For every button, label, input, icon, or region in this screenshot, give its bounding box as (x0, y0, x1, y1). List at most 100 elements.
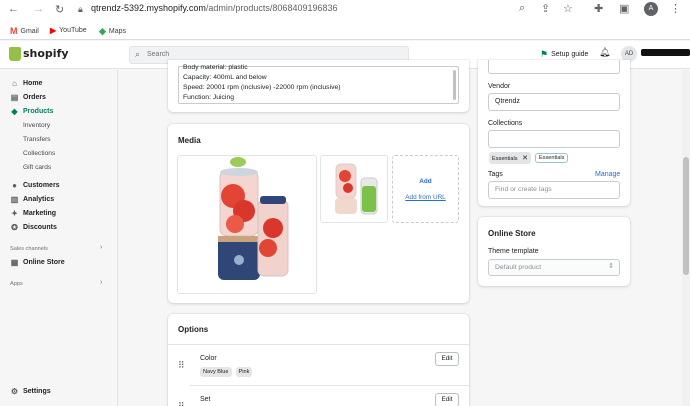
options-title: Options (178, 325, 209, 334)
online-store-title: Online Store (488, 229, 536, 238)
address-field[interactable]: qtrendz-5392.myshopify.com/admin/product… (91, 3, 338, 13)
media-main-image[interactable] (177, 155, 317, 294)
add-from-url-link[interactable]: Add from URL (393, 194, 458, 201)
description-line: Capacity: 400mL and below (183, 74, 267, 81)
chevron-right-icon[interactable]: › (100, 244, 102, 251)
tags-label: Tags (488, 171, 503, 178)
maps-icon: ◆ (99, 26, 106, 36)
bookmark-star-icon[interactable]: ☆ (563, 2, 573, 15)
collection-tags: Essentials ✕ Essentials (489, 152, 569, 164)
profile-avatar[interactable]: A (644, 2, 658, 16)
sidebar-item-marketing[interactable]: ✦ Marketing (10, 209, 56, 218)
gmail-icon: M (10, 26, 18, 36)
bookmark-gmail[interactable]: M Gmail (10, 26, 39, 36)
sidebar-item-discounts[interactable]: ✪ Discounts (10, 223, 57, 232)
redacted-store-name (641, 49, 690, 56)
discounts-icon: ✪ (11, 223, 18, 232)
sidebar-subitem-inventory[interactable]: Inventory (23, 122, 50, 129)
theme-template-select[interactable]: Default product ⇕ (488, 259, 620, 276)
sidebar-item-label: Settings (23, 388, 51, 395)
shopify-logo-icon[interactable] (9, 47, 21, 61)
select-chevron-icon: ⇕ (608, 263, 614, 270)
page-scrollbar-thumb[interactable] (683, 157, 689, 275)
home-icon: ⌂ (12, 79, 17, 88)
drag-handle-icon[interactable]: ⠿ (178, 360, 185, 371)
lock-icon[interactable]: 🔒︎ (78, 4, 83, 15)
option-value-tag: Navy Blue (200, 367, 232, 377)
gear-icon: ⚙ (10, 387, 19, 396)
bookmark-label: YouTube (59, 27, 87, 34)
sales-channels-heading: Sales channels (10, 246, 48, 252)
customers-icon: ● (12, 181, 17, 190)
sidebar-item-label: Home (23, 80, 43, 87)
sidebar-item-products[interactable]: ◆ Products (10, 107, 53, 116)
bookmark-label: Gmail (20, 27, 39, 35)
collections-label: Collections (488, 120, 523, 127)
collections-input[interactable] (488, 130, 620, 148)
vendor-input[interactable]: Qtrendz (488, 93, 620, 111)
sidebar-item-online-store[interactable]: ▦ Online Store (10, 258, 65, 267)
tags-input[interactable]: Find or create tags (488, 181, 620, 199)
manage-tags-link[interactable]: Manage (595, 171, 620, 178)
drag-handle-icon[interactable]: ⠿ (178, 401, 185, 406)
option-name: Set (200, 396, 211, 403)
sidebar-item-label: Discounts (23, 224, 57, 231)
search-icon[interactable]: ⌕ (519, 2, 525, 15)
marketing-icon: ✦ (11, 209, 18, 218)
blender-product-image (218, 157, 289, 280)
bookmark-maps[interactable]: ◆ Maps (99, 26, 126, 37)
notifications-bell-icon[interactable]: 🔔︎ (599, 47, 610, 58)
theme-template-value: Default product (495, 264, 542, 271)
forward-arrow-icon[interactable]: → (33, 3, 44, 15)
vendor-value: Qtrendz (495, 98, 520, 105)
tags-placeholder: Find or create tags (495, 186, 552, 193)
menu-kebab-icon[interactable]: ⋮ (670, 2, 681, 15)
url-host: qtrendz-5392.myshopify.com (91, 3, 206, 13)
option-values: Navy Blue Pink (200, 367, 253, 377)
edit-option-button[interactable]: Edit (435, 393, 459, 406)
shopify-logo-text[interactable]: shopify (23, 47, 69, 60)
bookmarks-bar: M Gmail ▶ YouTube ◆ Maps (0, 20, 690, 40)
sidebar-item-orders[interactable]: ▤ Orders (10, 93, 46, 102)
setup-guide-button[interactable]: ⚑ Setup guide (540, 49, 588, 60)
sidebar-subitem-collections[interactable]: Collections (23, 150, 55, 157)
chevron-right-icon[interactable]: › (100, 279, 102, 286)
back-arrow-icon[interactable]: ← (8, 3, 19, 15)
editor-scrollbar[interactable] (453, 70, 456, 100)
extensions-icon[interactable]: ✚ (594, 2, 603, 15)
description-line: Function: Juicing (183, 94, 235, 101)
bookmark-youtube[interactable]: ▶ YouTube (50, 26, 87, 35)
divider (168, 344, 469, 345)
browser-url-bar: ← → ↻ 🔒︎ qtrendz-5392.myshopify.com/admi… (0, 0, 690, 20)
sidebar-subitem-gift-cards[interactable]: Gift cards (23, 164, 51, 171)
reload-icon[interactable]: ↻ (55, 3, 64, 16)
sidebar-item-customers[interactable]: ● Customers (10, 181, 60, 190)
sidebar-item-analytics[interactable]: ▥ Analytics (10, 195, 54, 204)
bookmark-label: Maps (108, 28, 127, 35)
apps-heading: Apps (10, 281, 23, 287)
product-type-field[interactable] (488, 60, 620, 74)
analytics-icon: ▥ (10, 195, 19, 204)
blender-thumbnail-image (335, 163, 378, 215)
remove-tag-icon[interactable]: ✕ (522, 155, 528, 162)
description-line: Speed: 20001 rpm (inclusive) -22000 rpm … (183, 84, 341, 91)
option-name: Color (200, 355, 217, 362)
orders-icon: ▤ (10, 93, 19, 102)
collection-suggestion[interactable]: Essentials (534, 153, 569, 163)
sidebar-item-label: Orders (23, 94, 46, 101)
side-panel-icon[interactable]: ▣ (619, 2, 629, 15)
media-thumbnail[interactable] (320, 155, 388, 223)
add-media-button[interactable]: Add (393, 178, 458, 185)
sidebar-subitem-transfers[interactable]: Transfers (23, 136, 51, 143)
sidebar-item-label: Marketing (23, 210, 57, 217)
collection-tag-label: Essentials (492, 156, 518, 162)
share-icon[interactable]: ⇪ (541, 2, 550, 15)
description-editor[interactable]: Body material: plastic Capacity: 400mL a… (178, 64, 459, 104)
youtube-icon: ▶ (50, 26, 57, 35)
sidebar-item-label: Customers (23, 182, 60, 189)
edit-option-button[interactable]: Edit (435, 352, 459, 366)
sidebar-item-label: Products (23, 108, 54, 115)
sidebar-item-settings[interactable]: ⚙ Settings (10, 387, 51, 396)
media-add-dropzone[interactable]: Add Add from URL (392, 155, 459, 223)
sidebar-item-home[interactable]: ⌂ Home (10, 79, 42, 88)
